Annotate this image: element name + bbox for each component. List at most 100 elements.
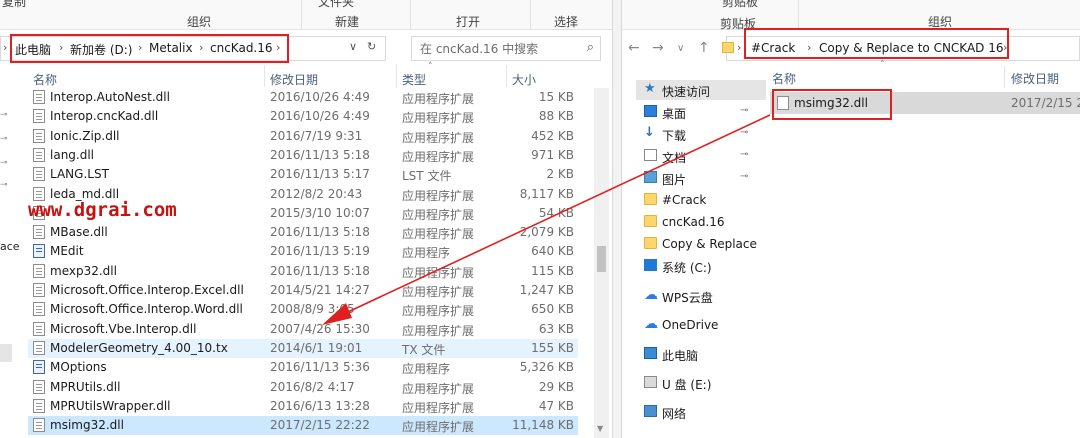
column-header-date[interactable]: 修改日期 <box>1011 70 1059 87</box>
chevron-right-icon[interactable]: › <box>138 41 142 54</box>
nav-item[interactable]: ↓ 下载 ⊸ <box>636 124 766 144</box>
star-icon: ★ <box>644 81 656 96</box>
file-row[interactable]: Interop.AutoNest.dll 2016/10/26 4:49 应用程序扩… <box>28 88 578 107</box>
application-icon <box>33 360 45 375</box>
usb-drive-icon <box>644 376 657 388</box>
pin-icon[interactable]: ⊸ <box>740 171 748 182</box>
file-row[interactable]: lang.dll 2016/11/13 5:18 应用程序扩展 971 KB <box>28 146 578 165</box>
file-row[interactable]: MOptions 2016/11/13 5:36 应用程序 5,326 KB <box>28 358 578 377</box>
file-row[interactable]: Ionic.Zip.dll 2016/7/19 9:31 应用程序扩展 452 KB <box>28 127 578 146</box>
recent-dropdown-icon[interactable]: ∨ <box>677 43 684 54</box>
file-name: mexp32.dll <box>50 263 117 278</box>
file-row[interactable]: MPRUtilsWrapper.dll 2016/6/13 13:28 应用程序扩展… <box>28 397 578 416</box>
pin-icon[interactable]: ⊸ <box>0 110 10 120</box>
chevron-down-icon[interactable]: ∨ <box>349 40 357 53</box>
column-divider[interactable] <box>1004 66 1005 88</box>
file-type: 应用程序 <box>402 362 451 377</box>
nav-item[interactable]: cncKad.16 <box>636 212 766 232</box>
navigation-pane: ⊸ ⊸ ⊸ ⊸ ace <box>0 88 20 438</box>
nav-item-fragment[interactable]: ace <box>0 240 20 253</box>
address-bar[interactable]: › 此电脑 › 新加卷 (D:) › Metalix › cncKad.16 ›… <box>0 36 386 61</box>
column-header-name[interactable]: 名称 <box>772 70 796 87</box>
back-arrow-icon[interactable]: ← <box>628 40 640 56</box>
scrollbar-thumb[interactable] <box>597 246 606 272</box>
nav-item[interactable]: Copy & Replace <box>636 234 766 254</box>
chevron-right-icon[interactable]: › <box>199 41 203 54</box>
up-arrow-icon[interactable]: ↑ <box>698 40 710 56</box>
file-size: 640 KB <box>531 244 574 259</box>
scroll-down-icon[interactable]: ▼ <box>597 424 603 433</box>
nav-item[interactable]: 桌面 ⊸ <box>636 102 766 122</box>
file-row[interactable]: msimg32.dll 2017/2/15 22:22 <box>770 92 1080 114</box>
nav-item[interactable]: ☁ WPS云盘 <box>636 286 766 306</box>
forward-arrow-icon[interactable]: → <box>652 40 664 56</box>
download-icon: ↓ <box>644 125 655 140</box>
pin-icon[interactable]: ⊸ <box>740 149 748 160</box>
nav-selected-fragment[interactable] <box>0 344 12 362</box>
ribbon-folder-fragment[interactable]: 文件夹 <box>318 0 354 10</box>
breadcrumb-this-pc[interactable]: 此电脑 <box>15 41 51 58</box>
breadcrumb-drive-d[interactable]: 新加卷 (D:) <box>70 41 132 58</box>
breadcrumb-copy-replace[interactable]: Copy & Replace to CNCKAD 16 <box>819 41 1004 55</box>
file-type: 应用程序 <box>402 246 451 261</box>
pin-icon[interactable]: ⊸ <box>740 127 748 138</box>
pin-icon[interactable]: ⊸ <box>0 158 10 168</box>
file-row[interactable]: Interop.cncKad.dll 2016/10/26 4:49 应用程序扩展 8… <box>28 107 578 126</box>
nav-item[interactable]: #Crack <box>636 190 766 210</box>
file-type: 应用程序扩展 <box>402 149 475 164</box>
address-bar[interactable]: › #Crack › Copy & Replace to CNCKAD 16 › <box>722 36 1080 61</box>
cloud-icon: ☁ <box>644 287 658 303</box>
navigation-pane: ★ 快速访问 桌面 ⊸ ↓ 下载 ⊸ 文档 ⊸ 图片 ⊸ #Crack cncKad.16 Copy & … <box>622 70 766 438</box>
file-date: 2017/2/15 22:22 <box>1011 96 1080 110</box>
file-type: 应用程序扩展 <box>402 304 475 319</box>
file-date: 2016/8/2 4:17 <box>270 379 355 394</box>
breadcrumb-crack[interactable]: #Crack <box>751 41 795 55</box>
nav-item[interactable]: U 盘 (E:) <box>636 373 766 393</box>
file-row[interactable]: LANG.LST 2016/11/13 5:17 LST 文件 2 KB <box>28 165 578 184</box>
chevron-right-icon[interactable]: › <box>59 41 63 54</box>
refresh-icon[interactable]: ↻ <box>367 40 376 53</box>
ribbon-copy-fragment[interactable]: 复制 <box>2 0 26 10</box>
nav-item[interactable]: 图片 ⊸ <box>636 168 766 188</box>
nav-item-label: U 盘 (E:) <box>662 378 712 392</box>
folder-icon <box>644 237 657 249</box>
pin-icon[interactable]: ⊸ <box>0 134 10 144</box>
file-row[interactable]: MEdit 2016/11/13 5:19 应用程序 640 KB <box>28 242 578 261</box>
column-divider[interactable] <box>396 65 397 87</box>
vertical-scrollbar[interactable]: ▼ <box>594 88 609 438</box>
nav-item[interactable]: 系统 (C:) <box>636 256 766 276</box>
nav-item[interactable]: 文档 ⊸ <box>636 146 766 166</box>
nav-item[interactable]: ☁ OneDrive <box>636 315 766 335</box>
file-row[interactable]: mexp32.dll 2016/11/13 5:18 应用程序扩展 115 KB <box>28 262 578 281</box>
chevron-right-icon[interactable]: › <box>737 41 741 54</box>
column-divider[interactable] <box>506 65 507 87</box>
chevron-right-icon[interactable]: › <box>1003 41 1007 54</box>
file-row[interactable]: Microsoft.Office.Interop.Word.dll 2008/8/… <box>28 300 578 319</box>
file-row[interactable]: MBase.dll 2016/11/13 5:18 应用程序扩展 2,079 KB <box>28 223 578 242</box>
file-date: 2016/11/13 5:18 <box>270 225 370 240</box>
nav-item[interactable]: ★ 快速访问 <box>636 80 766 100</box>
file-type: 应用程序扩展 <box>402 227 475 242</box>
breadcrumb-cnckad16[interactable]: cncKad.16 <box>210 41 273 55</box>
search-input[interactable] <box>420 40 580 58</box>
search-icon[interactable]: ⌕ <box>587 40 594 55</box>
nav-item-label: 文档 <box>662 151 687 165</box>
nav-item[interactable]: 此电脑 <box>636 344 766 364</box>
file-row[interactable]: ModelerGeometry_4.00_10.tx 2014/6/1 19:01… <box>28 338 578 358</box>
nav-item[interactable]: 网络 <box>636 402 766 422</box>
file-row[interactable]: Microsoft.Vbe.Interop.dll 2007/4/26 15:30… <box>28 320 578 339</box>
ribbon-divider <box>410 0 411 30</box>
chevron-right-icon[interactable]: › <box>276 41 280 54</box>
breadcrumb-arrow-icon[interactable]: › <box>3 41 7 54</box>
file-name: Microsoft.Office.Interop.Word.dll <box>50 302 243 317</box>
breadcrumb-metalix[interactable]: Metalix <box>149 41 193 55</box>
ribbon-group-organize: 组织 <box>187 15 212 29</box>
file-row[interactable]: MPRUtils.dll 2016/8/2 4:17 应用程序扩展 29 KB <box>28 378 578 397</box>
search-box[interactable]: ⌕ <box>411 36 601 61</box>
pin-icon[interactable]: ⊸ <box>0 180 10 190</box>
file-row[interactable]: Microsoft.Office.Interop.Excel.dll 2014/5… <box>28 281 578 300</box>
file-row[interactable]: msimg32.dll 2017/2/15 22:22 应用程序扩展 11,148 K… <box>28 416 578 436</box>
pin-icon[interactable]: ⊸ <box>740 105 748 116</box>
chevron-right-icon[interactable]: › <box>807 41 811 54</box>
column-divider[interactable] <box>264 65 265 87</box>
